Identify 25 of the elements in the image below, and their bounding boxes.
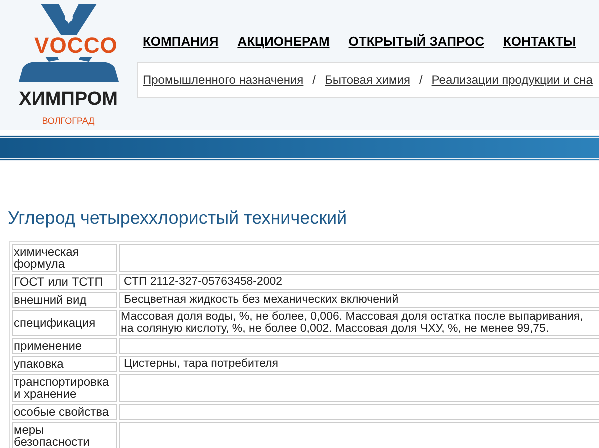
table-cell: применение	[12, 338, 117, 354]
nav-link[interactable]: ОТКРЫТЫЙ ЗАПРОС	[348, 32, 484, 52]
table-cell: Цистерны, тара потребителя	[119, 356, 599, 372]
breadcrumb-link[interactable]: Реализации продукции и сна	[432, 70, 593, 88]
table-cell: Бесцветная жидкость без механических включений	[119, 292, 599, 308]
nav-link[interactable]: АКЦИОНЕРАМ	[238, 32, 330, 52]
breadcrumb-separator: /	[312, 72, 316, 88]
table-cell: упаковка	[12, 356, 117, 372]
breadcrumb-link[interactable]: Бытовая химия	[325, 70, 410, 88]
table-cell: внешний вид	[12, 292, 117, 308]
page-title: Углерод четыреххлористый технический	[8, 209, 348, 227]
nav-link[interactable]: КОМПАНИЯ	[143, 32, 219, 52]
logo-name: ХИМПРОМ	[19, 90, 118, 109]
table-cell: СТП 2112-327-05763458-2002	[119, 274, 599, 290]
table-cell: транспортировка и хранение	[12, 374, 117, 402]
table-cell: особые свойства	[12, 404, 117, 420]
logo-city: ВОЛГОГРАД	[42, 115, 95, 128]
table-cell: химическая формула	[12, 244, 117, 272]
nav-link[interactable]: КОНТАКТЫ	[504, 32, 576, 52]
breadcrumb-separator: /	[419, 72, 423, 88]
table-cell: спецификация	[12, 310, 117, 336]
table-cell: Массовая доля воды, %, не более, 0,006. Массовая доля остатка после выпаривания, на соляную кислоту, %, не более 0,002. Массовая доля ЧХУ, %, не менее 99,75.	[119, 310, 599, 336]
table-cell: меры безопасности	[12, 422, 117, 448]
table-cell: ГОСТ или ТСТП	[12, 274, 117, 290]
breadcrumb-link[interactable]: Промышленного назначения	[143, 70, 304, 88]
